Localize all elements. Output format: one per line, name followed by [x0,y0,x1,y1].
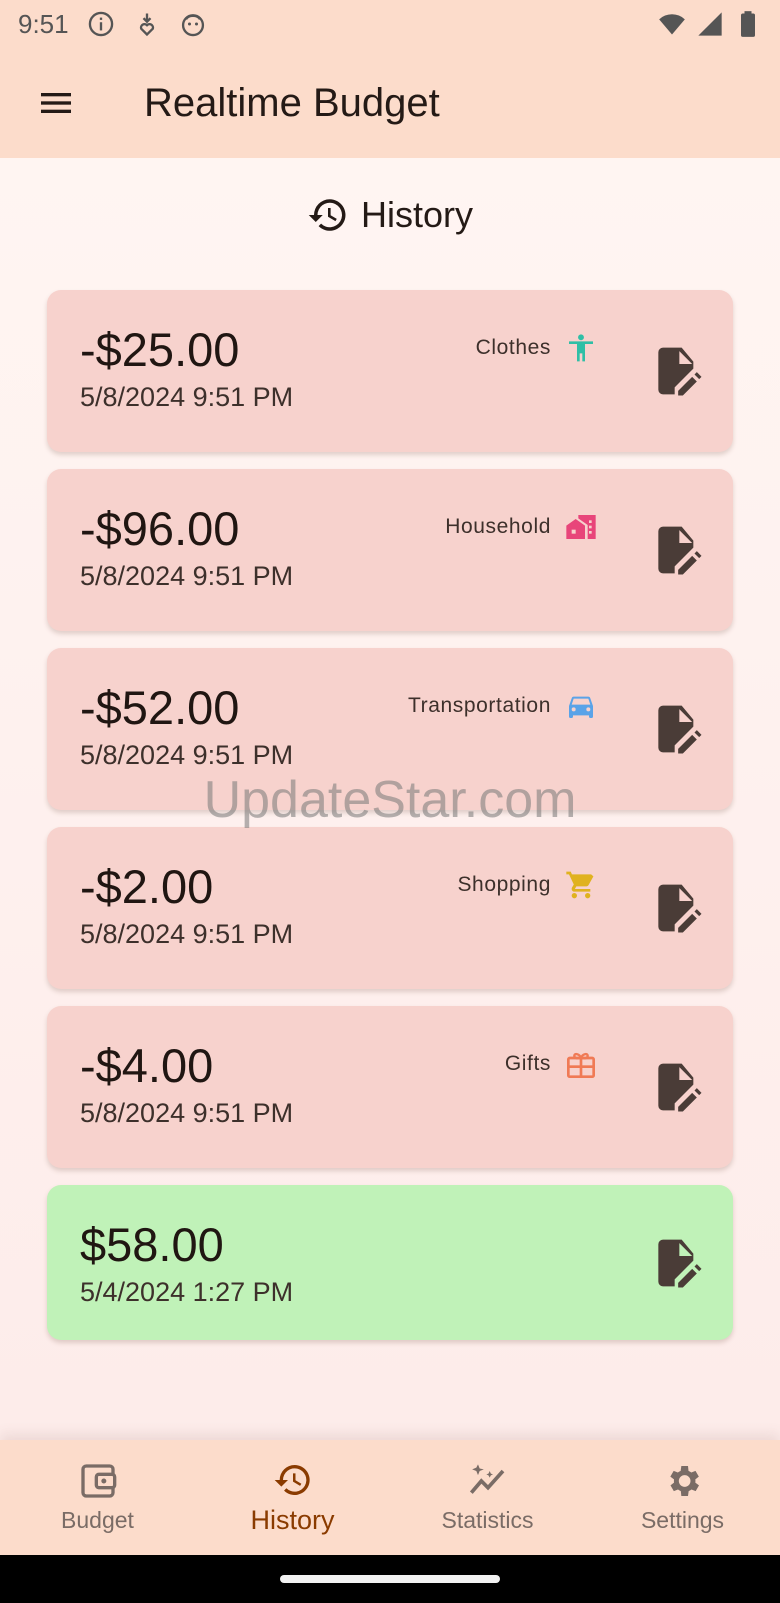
edit-note-icon [649,343,705,399]
transaction-amount: -$52.00 [80,681,240,734]
system-gesture-bar [0,1555,780,1603]
edit-button[interactable] [649,880,705,936]
transaction-card[interactable]: -$52.00 5/8/2024 9:51 PM Transportation [47,648,733,810]
edit-button[interactable] [649,1059,705,1115]
transaction-amount: -$2.00 [80,860,214,913]
transaction-amount: $58.00 [80,1218,224,1271]
transaction-date: 5/8/2024 9:51 PM [80,561,294,591]
edit-button[interactable] [649,522,705,578]
transaction-card[interactable]: -$25.00 5/8/2024 9:51 PM Clothes [47,290,733,452]
edit-note-icon [649,522,705,578]
transaction-card[interactable]: -$96.00 5/8/2024 9:51 PM Household [47,469,733,631]
menu-button[interactable] [0,48,112,158]
edit-button[interactable] [649,1235,705,1291]
app-bar: Realtime Budget [0,48,780,158]
category-label: Transportation [407,694,551,717]
house-icon [565,511,597,543]
transaction-amount: -$96.00 [80,502,240,555]
history-icon [307,194,349,236]
home-indicator[interactable] [280,1575,500,1583]
edit-note-icon [649,1059,705,1115]
edit-note-icon [649,880,705,936]
edit-button[interactable] [649,701,705,757]
transaction-category: Transportation [408,690,597,722]
category-label: Shopping [457,873,551,896]
car-icon [565,690,597,722]
transaction-date: 5/8/2024 9:51 PM [80,382,294,412]
gift-icon [565,1048,597,1080]
transaction-date: 5/8/2024 9:51 PM [80,740,294,770]
signal-icon [696,10,724,38]
info-icon [87,10,115,38]
wifi-icon [658,10,686,38]
transaction-date: 5/8/2024 9:51 PM [80,1098,294,1128]
transaction-card[interactable]: $58.00 5/4/2024 1:27 PM [47,1185,733,1340]
category-label: Household [445,515,551,538]
nav-label: Budget [61,1507,134,1533]
category-label: Clothes [475,336,551,359]
nav-label: Statistics [441,1507,534,1533]
nav-history[interactable]: History [195,1440,390,1555]
transaction-category: Clothes [476,332,597,364]
nav-statistics[interactable]: Statistics [390,1440,585,1555]
battery-icon [734,10,762,38]
transaction-amount: -$4.00 [80,1039,214,1092]
cart-icon [565,869,597,901]
sparkle-chart-icon [468,1461,508,1501]
section-header: History [0,188,780,242]
download-heart-icon [133,10,161,38]
menu-icon [36,83,76,123]
transaction-category: Shopping [457,869,597,901]
nav-label: Settings [640,1507,725,1533]
history-screen: History -$25.00 5/8/2024 9:51 PM Clothes… [0,158,780,1440]
wallet-icon [78,1461,118,1501]
category-label: Gifts [504,1052,551,1075]
nav-label: History [250,1505,335,1535]
nav-budget[interactable]: Budget [0,1440,195,1555]
status-time: 9:51 [18,8,69,39]
transaction-date: 5/8/2024 9:51 PM [80,919,294,949]
person-icon [565,332,597,364]
bottom-navigation: Budget History Statistics Settings [0,1440,780,1555]
transaction-card[interactable]: -$4.00 5/8/2024 9:51 PM Gifts [47,1006,733,1168]
face-icon [179,10,207,38]
transaction-date: 5/4/2024 1:27 PM [80,1277,294,1307]
transaction-category: Household [445,511,597,543]
history-icon [273,1459,313,1499]
section-title: History [360,194,473,235]
nav-settings[interactable]: Settings [585,1440,780,1555]
app-title: Realtime Budget [144,80,440,125]
transaction-card[interactable]: -$2.00 5/8/2024 9:51 PM Shopping [47,827,733,989]
gear-icon [663,1461,703,1501]
transaction-list: -$25.00 5/8/2024 9:51 PM Clothes -$96.00… [47,290,733,1357]
edit-button[interactable] [649,343,705,399]
transaction-amount: -$25.00 [80,323,240,376]
edit-note-icon [649,1235,705,1291]
edit-note-icon [649,701,705,757]
status-bar: 9:51 [0,0,780,48]
transaction-category: Gifts [505,1048,597,1080]
